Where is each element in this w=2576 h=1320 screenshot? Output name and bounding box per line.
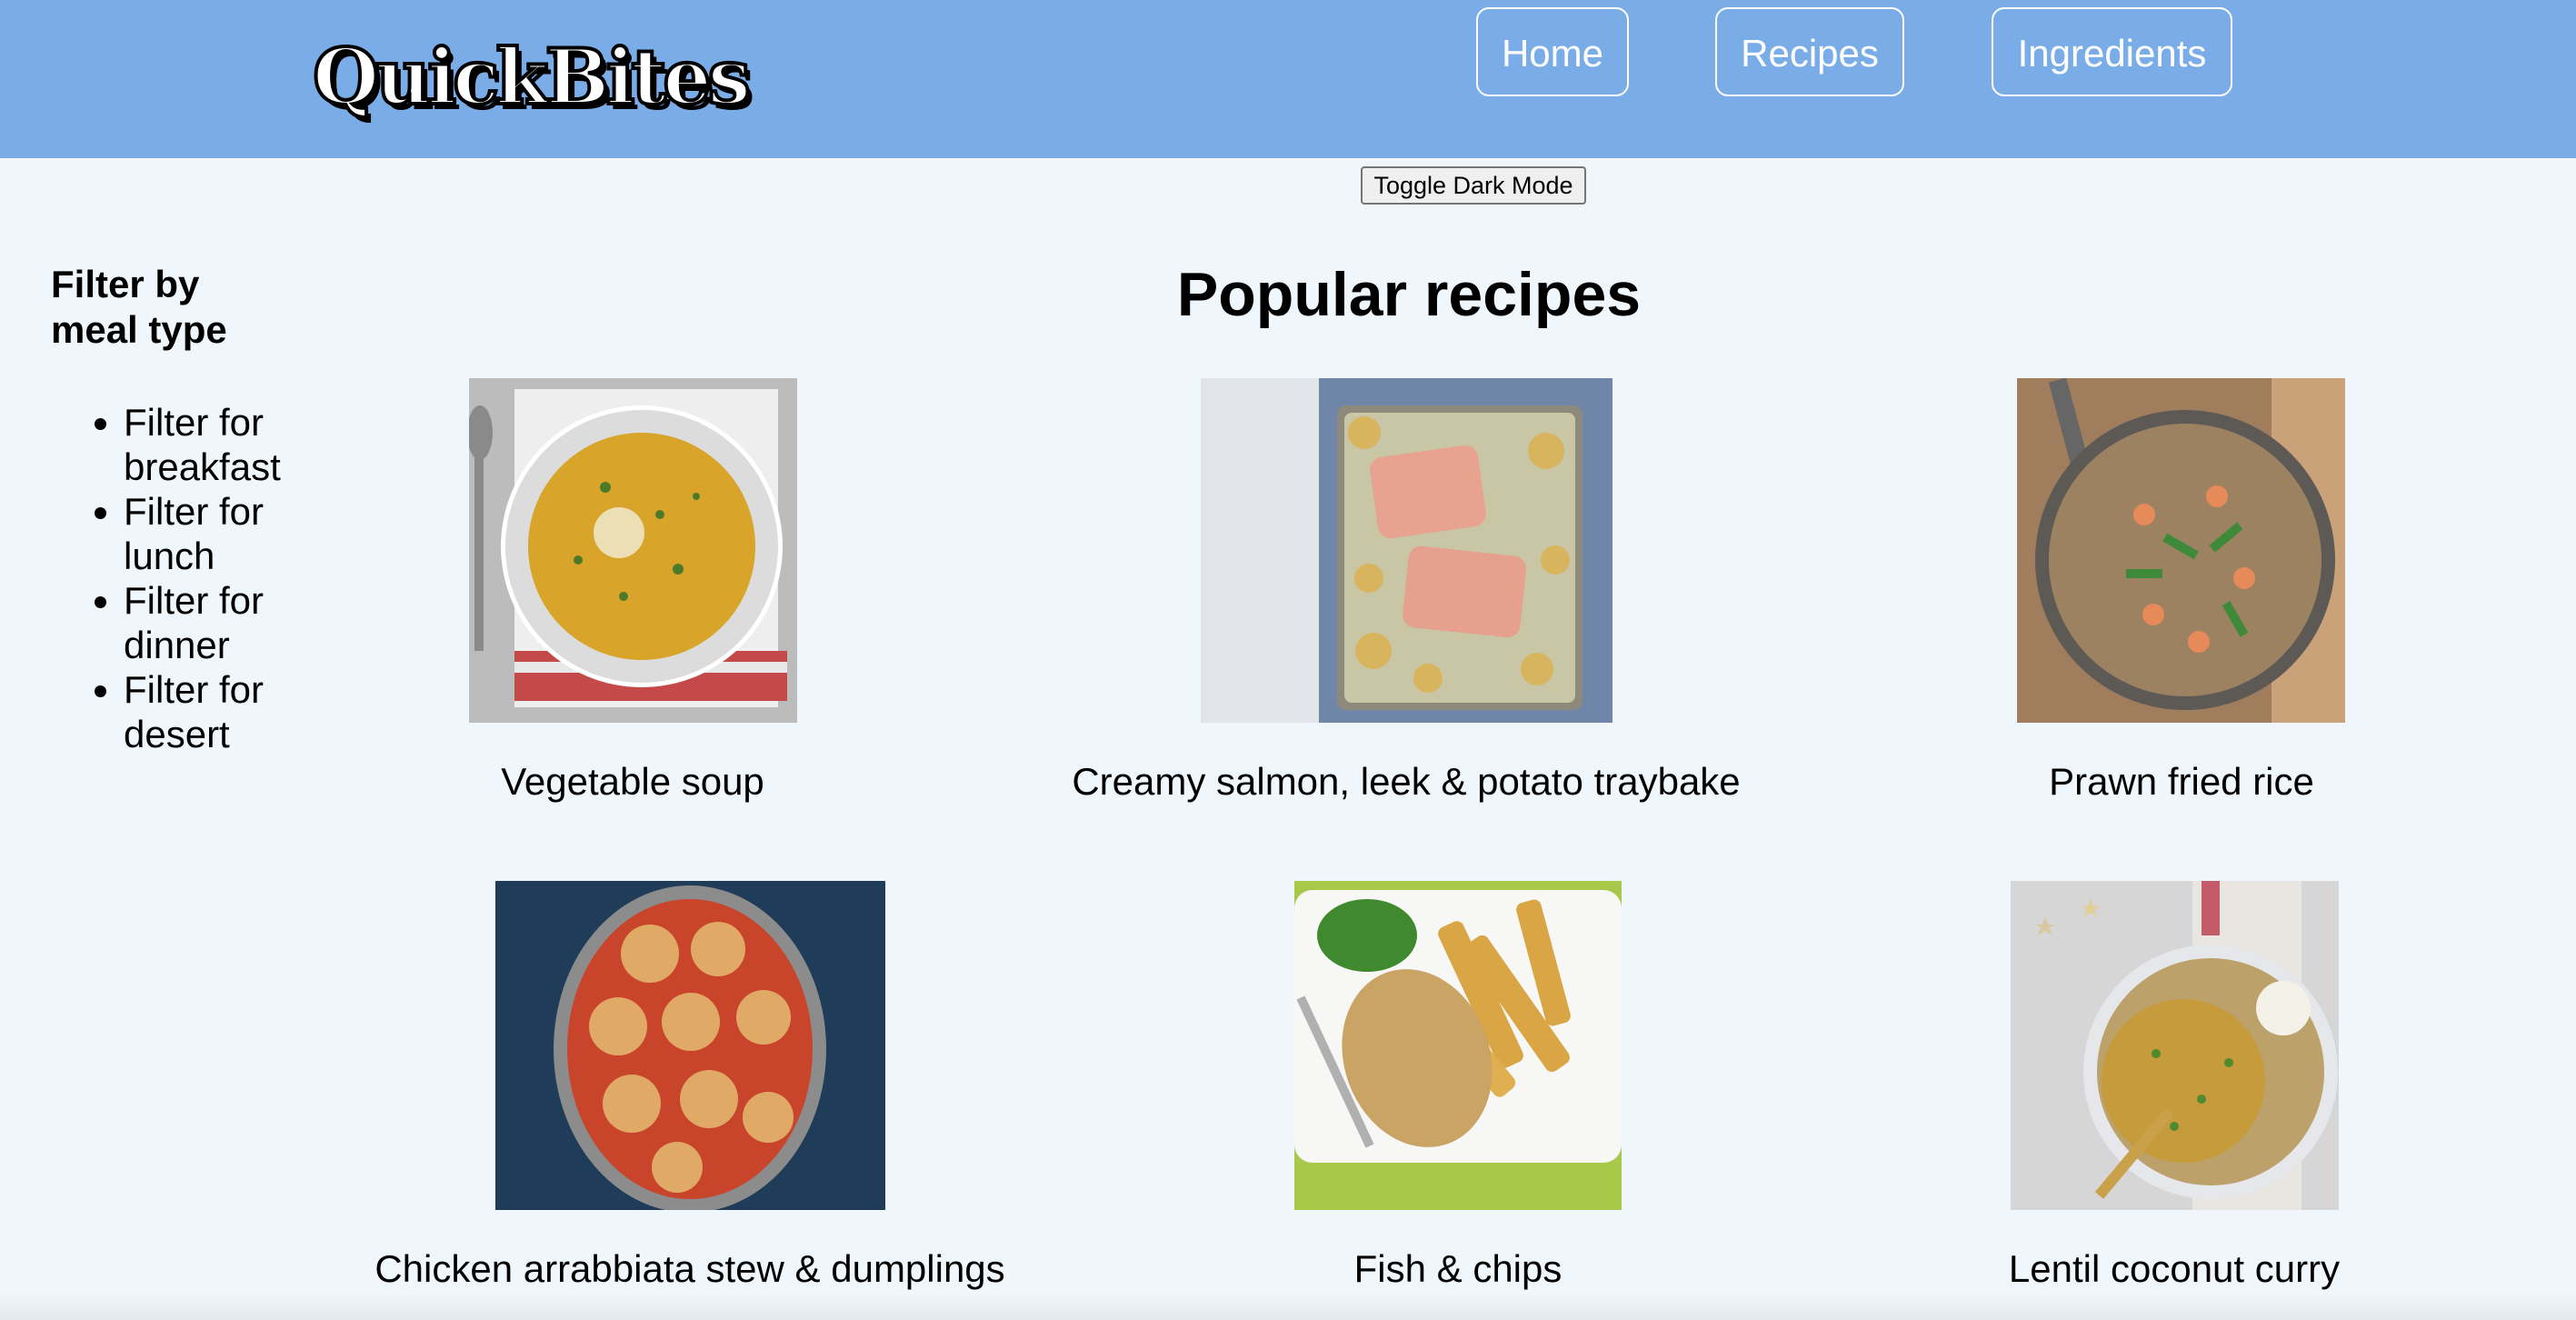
recipe-name[interactable]: Vegetable soup <box>451 756 814 807</box>
recipe-name[interactable]: Chicken arrabbiata stew & dumplings <box>326 1244 1053 1295</box>
site-logo[interactable]: QuickBites <box>311 27 753 127</box>
pan-icon <box>2017 378 2345 723</box>
traybake-icon <box>1201 378 1612 723</box>
recipe-image-chicken-arrabbiata[interactable] <box>495 881 885 1210</box>
recipe-image-vegetable-soup[interactable] <box>469 378 797 723</box>
recipe-image-fish-and-chips[interactable] <box>1294 881 1622 1210</box>
page-title: Popular recipes <box>1176 260 1642 329</box>
header-bar: QuickBites Home Recipes Ingredients <box>0 0 2576 158</box>
bottom-shadow <box>0 1293 2576 1320</box>
recipe-name[interactable]: Prawn fried rice <box>2000 756 2363 807</box>
sidebar-title: Filter by meal type <box>51 263 227 351</box>
recipe-image-prawn-fried-rice[interactable] <box>2017 378 2345 723</box>
recipe-image-lentil-coconut-curry[interactable] <box>2011 881 2339 1210</box>
recipe-name[interactable]: Fish & chips <box>1276 1244 1640 1295</box>
nav-recipes-button[interactable]: Recipes <box>1715 7 1904 96</box>
recipe-name[interactable]: Creamy salmon, leek & potato traybake <box>1043 756 1770 807</box>
filter-lunch[interactable]: Filter for lunch <box>124 489 315 578</box>
filter-desert[interactable]: Filter for desert <box>124 667 315 756</box>
filter-dinner[interactable]: Filter for dinner <box>124 578 315 667</box>
casserole-icon <box>495 881 885 1210</box>
recipe-image-salmon-traybake[interactable] <box>1201 378 1612 723</box>
nav-home-button[interactable]: Home <box>1476 7 1629 96</box>
meal-type-filter-list: Filter for breakfast Filter for lunch Fi… <box>51 400 315 756</box>
nav-ingredients-button[interactable]: Ingredients <box>1992 7 2232 96</box>
curry-bowl-icon <box>2011 881 2339 1210</box>
plate-icon <box>1294 881 1622 1210</box>
recipe-name[interactable]: Lentil coconut curry <box>1992 1244 2356 1295</box>
filter-breakfast[interactable]: Filter for breakfast <box>124 400 315 489</box>
soup-bowl-icon <box>469 378 797 723</box>
toggle-dark-mode-button[interactable]: Toggle Dark Mode <box>1361 166 1586 205</box>
